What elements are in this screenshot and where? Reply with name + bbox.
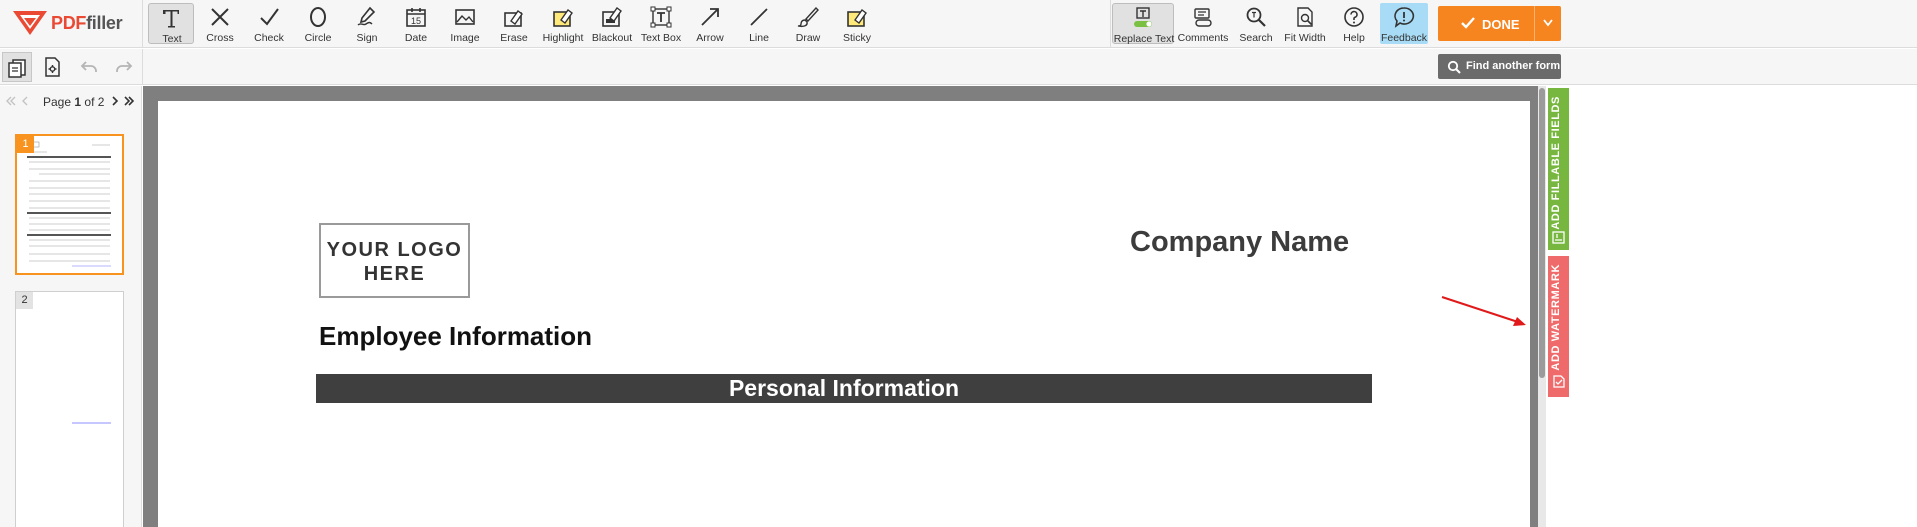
previous-page-icon[interactable] [19, 95, 31, 107]
replace-text-button[interactable]: Replace Text [1112, 3, 1175, 45]
scrollbar-thumb[interactable] [1539, 88, 1545, 378]
textbox-icon [650, 6, 672, 28]
divider [142, 49, 143, 85]
page-preview [27, 141, 111, 267]
text-T-icon [163, 10, 179, 28]
pdffiller-logo-icon [13, 11, 47, 35]
add-watermark-tab[interactable]: ADD WATERMARK [1548, 256, 1569, 397]
circle-icon [310, 7, 326, 27]
highlighter-icon [553, 9, 573, 27]
fillable-field-icon [1552, 231, 1565, 244]
current-page: 1 [74, 95, 82, 109]
done-label: DONE [1482, 17, 1520, 32]
pdffiller-logo[interactable]: PDFfiller [13, 9, 133, 37]
document-gear-icon [45, 57, 60, 77]
add-fillable-fields-tab[interactable]: ADD FILLABLE FIELDS [1548, 88, 1569, 250]
logo-placeholder[interactable]: YOUR LOGO HERE [319, 223, 470, 298]
undo-button[interactable] [74, 52, 104, 82]
line-icon [750, 8, 768, 26]
page-preview [72, 422, 111, 424]
tool-label: Sticky [842, 32, 871, 44]
page-prefix: Page [43, 95, 72, 109]
check-icon [260, 8, 279, 26]
company-name[interactable]: Company Name [1130, 226, 1349, 259]
brush-icon [797, 6, 819, 28]
find-another-form-label: Find another form [1466, 60, 1561, 72]
tool-sticky-button[interactable]: Sticky [834, 3, 880, 44]
tool-label: Feedback [1380, 32, 1428, 44]
secondary-toolbar: Find another form [0, 49, 1917, 85]
next-page-icon[interactable] [109, 95, 121, 107]
check-icon [1461, 17, 1475, 29]
tool-label: Replace Text [1113, 33, 1175, 45]
blackout-icon [602, 7, 622, 27]
replace-text-icon [1134, 7, 1152, 27]
thumbnail-number: 2 [16, 292, 33, 309]
chevron-down-icon[interactable] [1542, 18, 1554, 28]
feedback-icon [1394, 7, 1415, 28]
top-toolbar: PDFfiller Text Cross Check Circle Sign 1… [0, 0, 1917, 48]
fit-width-icon [1297, 7, 1313, 27]
vertical-scrollbar[interactable] [1538, 86, 1546, 527]
redo-icon [116, 61, 133, 72]
comments-icon [1194, 8, 1212, 27]
document-heading[interactable]: Employee Information [319, 321, 592, 352]
undo-icon [80, 61, 97, 72]
thumbnail-number: 1 [17, 136, 34, 153]
add-fillable-fields-label: ADD FILLABLE FIELDS [1550, 96, 1562, 230]
add-watermark-label: ADD WATERMARK [1550, 264, 1562, 371]
search-icon [1246, 7, 1266, 27]
redo-button[interactable] [109, 52, 139, 82]
brand-filler: filler [86, 13, 123, 33]
watermark-icon [1553, 375, 1565, 388]
first-page-icon[interactable] [5, 95, 17, 107]
last-page-icon[interactable] [123, 95, 135, 107]
brand-pdf: PDF [51, 13, 87, 33]
calendar-icon: 15 [406, 8, 426, 27]
page-of: of [84, 95, 95, 109]
logo-line-1: YOUR LOGO [326, 239, 463, 261]
document-settings-button[interactable] [37, 52, 67, 82]
page-thumbnail-1[interactable]: 1 [15, 134, 124, 275]
page-thumbnails-panel: Page 1 of 2 1 2 [0, 86, 142, 527]
done-button[interactable]: DONE [1438, 6, 1561, 41]
pages-icon [8, 59, 26, 78]
comments-button[interactable]: Comments [1178, 3, 1228, 44]
red-arrow-annotation [1441, 296, 1526, 326]
feedback-button[interactable]: Feedback [1380, 3, 1428, 44]
document-page[interactable]: YOUR LOGO HERE Company Name Employee Info… [158, 101, 1530, 527]
document-canvas: YOUR LOGO HERE Company Name Employee Info… [143, 86, 1538, 527]
find-another-form-button[interactable]: Find another form [1438, 54, 1561, 79]
arrow-icon [701, 8, 719, 26]
pen-sign-icon [357, 6, 376, 26]
page-navigator: Page 1 of 2 [0, 86, 142, 116]
calendar-number: 15 [411, 16, 421, 26]
cross-icon [211, 8, 229, 26]
section-header[interactable]: Personal Information [316, 374, 1372, 403]
image-icon [455, 9, 475, 25]
pages-view-button[interactable] [2, 52, 32, 82]
divider [1534, 6, 1535, 41]
page-indicator: Page 1 of 2 [43, 95, 104, 109]
page-thumbnail-2[interactable]: 2 [15, 291, 124, 527]
eraser-icon [504, 10, 523, 27]
search-icon [1447, 60, 1461, 74]
help-icon [1344, 7, 1364, 27]
logo-line-2: HERE [363, 263, 426, 285]
total-pages: 2 [97, 95, 105, 109]
sticky-note-icon [847, 9, 867, 27]
